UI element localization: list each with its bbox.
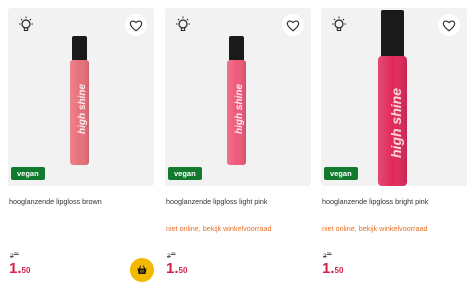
product-image[interactable]: high shine vegan — [8, 8, 154, 186]
product-title[interactable]: hooglanzende lipgloss brown — [9, 197, 155, 207]
product-image[interactable]: high shine vegan — [321, 8, 467, 186]
product-label-text: high shine — [388, 88, 404, 158]
shopping-basket-icon — [137, 265, 147, 274]
product-title[interactable]: hooglanzende lipgloss light pink — [166, 197, 312, 207]
product-label-text: high shine — [234, 84, 245, 134]
old-price: 325 — [167, 251, 176, 261]
heart-icon[interactable] — [438, 14, 460, 36]
current-price: 1.50 — [322, 260, 344, 277]
current-price: 1.50 — [9, 260, 31, 277]
old-price: 325 — [323, 251, 332, 261]
product-card[interactable]: high shine vegan hooglanzende lipgloss l… — [165, 0, 311, 292]
product-card[interactable]: high shine vegan hooglanzende lipgloss b… — [321, 0, 467, 292]
heart-icon[interactable] — [282, 14, 304, 36]
current-price: 1.50 — [166, 260, 188, 277]
lightbulb-icon — [15, 14, 37, 36]
vegan-badge: vegan — [324, 167, 358, 180]
add-to-basket-button[interactable] — [130, 258, 154, 282]
vegan-badge: vegan — [11, 167, 45, 180]
stock-note-link[interactable]: niet online, bekijk winkelvoorraad — [166, 224, 286, 235]
vegan-badge: vegan — [168, 167, 202, 180]
lightbulb-icon — [172, 14, 194, 36]
product-label-text: high shine — [77, 84, 88, 134]
stock-note-link[interactable]: niet online, bekijk winkelvoorraad — [322, 224, 442, 235]
lightbulb-icon — [328, 14, 350, 36]
product-image[interactable]: high shine vegan — [165, 8, 311, 186]
product-card[interactable]: high shine vegan hooglanzende lipgloss b… — [8, 0, 154, 292]
heart-icon[interactable] — [125, 14, 147, 36]
product-title[interactable]: hooglanzende lipgloss bright pink — [322, 197, 468, 207]
old-price: 325 — [10, 251, 19, 261]
